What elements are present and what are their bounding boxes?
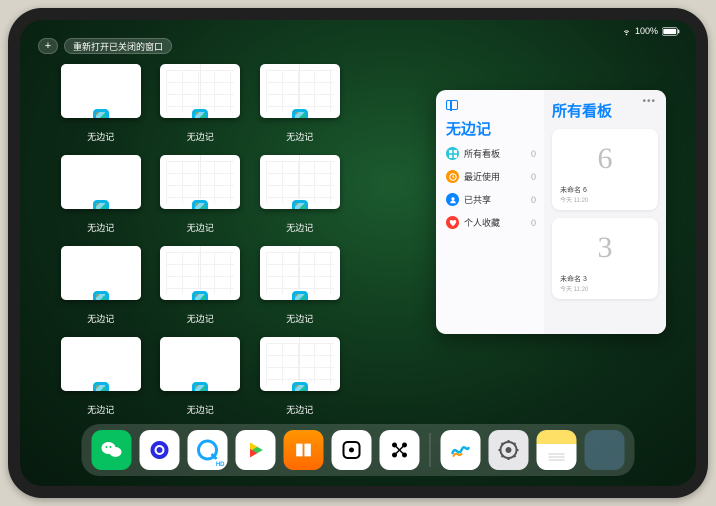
- dock: HD: [82, 424, 635, 476]
- dock-app-settings[interactable]: [489, 430, 529, 470]
- battery-text: 100%: [635, 26, 658, 36]
- freeform-app-icon: [291, 381, 309, 391]
- sidebar-item-all-boards[interactable]: 所有看板 0: [446, 147, 536, 160]
- window-label: 无边记: [87, 130, 114, 143]
- status-bar: 100%: [20, 24, 696, 38]
- window-label: 无边记: [87, 312, 114, 325]
- freeform-app-icon: [191, 290, 209, 300]
- reopen-window-button[interactable]: 重新打开已关闭的窗口: [64, 38, 172, 54]
- board-subtext: 今天 11:20: [560, 195, 588, 204]
- board-caption: 未命名 6: [560, 185, 587, 195]
- window-thumbnail[interactable]: 无边记: [60, 337, 142, 416]
- freeform-app-icon: [92, 381, 110, 391]
- window-thumbnail[interactable]: 无边记: [160, 155, 242, 234]
- window-label: 无边记: [187, 403, 214, 416]
- sidebar-item-count: 0: [531, 172, 536, 182]
- sidebar-item-count: 0: [531, 218, 536, 228]
- freeform-app-icon: [92, 199, 110, 209]
- freeform-app-icon: [92, 290, 110, 300]
- window-thumbnail[interactable]: 无边记: [160, 246, 242, 325]
- board-preview: 6: [569, 133, 641, 185]
- grid-icon: [446, 147, 459, 160]
- people-icon: [446, 193, 459, 206]
- window-label: 无边记: [286, 403, 313, 416]
- dock-app-connect[interactable]: [380, 430, 420, 470]
- new-space-button[interactable]: +: [38, 38, 58, 54]
- window-thumbnail[interactable]: 无边记: [160, 337, 242, 416]
- dock-app-freeform[interactable]: [441, 430, 481, 470]
- freeform-app-icon: [191, 108, 209, 118]
- freeform-app-icon: [191, 199, 209, 209]
- freeform-app-icon: [92, 108, 110, 118]
- freeform-app-icon: [191, 381, 209, 391]
- card-sidebar: 无边记 所有看板 0 最近使用 0 已共享 0 个人收藏 0: [436, 90, 544, 334]
- clock-icon: [446, 170, 459, 183]
- sidebar-item-count: 0: [531, 149, 536, 159]
- battery-icon: [662, 27, 680, 36]
- dock-separator: [430, 433, 431, 467]
- window-thumbnail[interactable]: 无边记: [60, 246, 142, 325]
- window-label: 无边记: [87, 221, 114, 234]
- dock-app-dice[interactable]: [332, 430, 372, 470]
- board-subtext: 今天 11:20: [560, 284, 588, 293]
- wifi-icon: [622, 27, 631, 36]
- freeform-app-icon: [291, 290, 309, 300]
- sidebar-item-label: 最近使用: [464, 170, 500, 183]
- window-label: 无边记: [286, 130, 313, 143]
- window-label: 无边记: [187, 312, 214, 325]
- sidebar-item-label: 已共享: [464, 193, 491, 206]
- window-thumbnail[interactable]: 无边记: [259, 246, 341, 325]
- board-caption: 未命名 3: [560, 274, 587, 284]
- sidebar-item-recent[interactable]: 最近使用 0: [446, 170, 536, 183]
- sidebar-toggle-icon[interactable]: [446, 100, 458, 110]
- freeform-app-icon: [291, 199, 309, 209]
- dock-app-play[interactable]: [236, 430, 276, 470]
- sidebar-item-shared[interactable]: 已共享 0: [446, 193, 536, 206]
- dock-app-wechat[interactable]: [92, 430, 132, 470]
- sidebar-item-favorites[interactable]: 个人收藏 0: [446, 216, 536, 229]
- freeform-app-icon: [291, 108, 309, 118]
- freeform-detail-card[interactable]: ••• 无边记 所有看板 0 最近使用 0 已共享 0 个人收藏: [436, 90, 666, 334]
- app-switcher-grid: 无边记 无边记 无边记 无边记 无边记 无边记: [60, 64, 440, 416]
- window-thumbnail[interactable]: 无边记: [259, 155, 341, 234]
- window-thumbnail[interactable]: 无边记: [259, 64, 341, 143]
- screen: 100% + 重新打开已关闭的窗口 无边记 无边记 无边记: [20, 20, 696, 486]
- window-label: 无边记: [187, 221, 214, 234]
- window-thumbnail[interactable]: 无边记: [259, 337, 341, 416]
- window-thumbnail[interactable]: 无边记: [60, 155, 142, 234]
- window-label: 无边记: [87, 403, 114, 416]
- dock-app-books[interactable]: [284, 430, 324, 470]
- top-toolbar: + 重新打开已关闭的窗口: [38, 38, 172, 54]
- sidebar-item-label: 个人收藏: [464, 216, 500, 229]
- ipad-device-frame: 100% + 重新打开已关闭的窗口 无边记 无边记 无边记: [8, 8, 708, 498]
- dock-app-notes[interactable]: [537, 430, 577, 470]
- window-label: 无边记: [286, 312, 313, 325]
- sidebar-item-label: 所有看板: [464, 147, 500, 160]
- window-label: 无边记: [187, 130, 214, 143]
- board-tile[interactable]: 3 未命名 3 今天 11:20: [552, 218, 658, 299]
- window-thumbnail[interactable]: 无边记: [160, 64, 242, 143]
- board-tile[interactable]: 6 未命名 6 今天 11:20: [552, 129, 658, 210]
- window-label: 无边记: [286, 221, 313, 234]
- dock-app-qqbrowser[interactable]: HD: [188, 430, 228, 470]
- dock-folder[interactable]: [585, 430, 625, 470]
- sidebar-item-count: 0: [531, 195, 536, 205]
- window-thumbnail[interactable]: 无边记: [60, 64, 142, 143]
- more-icon[interactable]: •••: [642, 96, 656, 107]
- dock-app-quark[interactable]: [140, 430, 180, 470]
- card-app-title: 无边记: [446, 118, 536, 139]
- boards-panel: 所有看板 6 未命名 6 今天 11:20 3 未命名 3 今天 11:20: [544, 90, 666, 334]
- board-preview: 3: [569, 222, 641, 274]
- heart-icon: [446, 216, 459, 229]
